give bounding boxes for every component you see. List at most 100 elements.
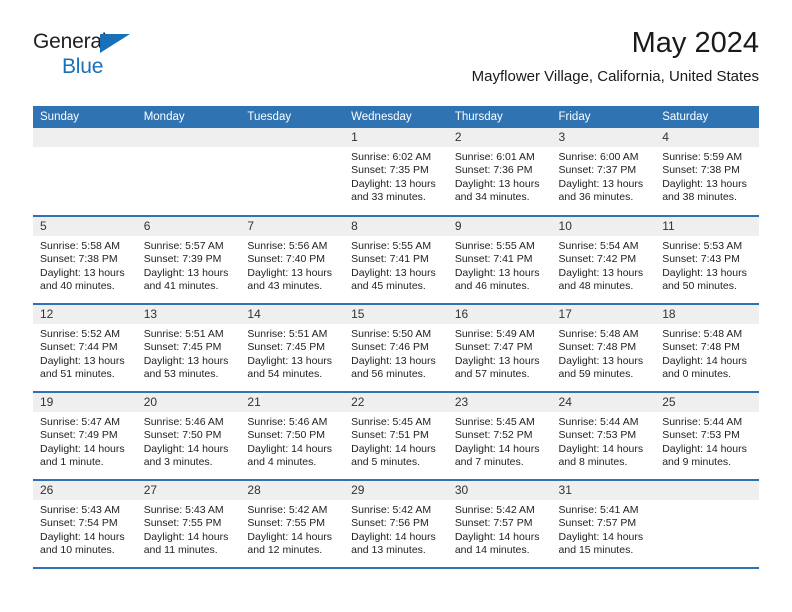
calendar-day-cell[interactable]: 7 Sunrise: 5:56 AM Sunset: 7:40 PM Daylight… [240,216,345,304]
daylight-duration-line1: Daylight: 13 hours [143,354,229,367]
calendar-day-cell[interactable]: 29 Sunrise: 5:42 AM Sunset: 7:56 PM Dayligh… [344,480,448,568]
sunrise-time: Sunrise: 5:44 AM [558,416,639,428]
sunset-time: Sunset: 7:57 PM [454,517,533,530]
calendar-day-cell[interactable]: 24 Sunrise: 5:44 AM Sunset: 7:53 PM Dayligh… [551,392,656,480]
daylight-duration-line1: Daylight: 14 hours [454,442,540,455]
daylight-duration-line2: and 51 minutes. [40,368,115,381]
calendar-day-cell[interactable]: 11 Sunrise: 5:53 AM Sunset: 7:43 PM Dayligh… [655,216,759,304]
day-details: Sunrise: 5:48 AM Sunset: 7:48 PM Daylight:… [552,324,656,382]
day-number [33,128,137,147]
weekday-header-thursday: Thursday [447,106,552,128]
calendar-day-cell[interactable]: 14 Sunrise: 5:51 AM Sunset: 7:45 PM Dayligh… [240,304,345,392]
calendar-day-cell[interactable]: 21 Sunrise: 5:46 AM Sunset: 7:50 PM Dayligh… [240,392,345,480]
day-details: Sunrise: 5:43 AM Sunset: 7:55 PM Daylight:… [137,500,241,558]
daylight-duration-line1: Daylight: 13 hours [247,266,333,279]
daylight-duration-line1: Daylight: 14 hours [662,354,747,367]
sunset-time: Sunset: 7:41 PM [351,253,429,266]
calendar-day-cell[interactable]: 5 Sunrise: 5:58 AM Sunset: 7:38 PM Daylight… [33,216,137,304]
day-number: 3 [551,128,656,147]
sunrise-time: Sunrise: 5:42 AM [247,504,328,516]
calendar-day-cell[interactable]: 15 Sunrise: 5:50 AM Sunset: 7:46 PM Dayligh… [344,304,448,392]
daylight-duration-line2: and 56 minutes. [351,368,426,381]
day-number: 22 [344,393,448,412]
weekday-header-wednesday: Wednesday [344,106,448,128]
day-details: Sunrise: 6:00 AM Sunset: 7:37 PM Daylight:… [552,147,656,205]
calendar-day-cell[interactable]: 30 Sunrise: 5:42 AM Sunset: 7:57 PM Dayligh… [447,480,552,568]
sunset-time: Sunset: 7:57 PM [558,517,637,530]
calendar-day-cell[interactable]: 9 Sunrise: 5:55 AM Sunset: 7:41 PM Daylight… [447,216,552,304]
day-number [136,128,241,147]
calendar-day-cell[interactable]: 25 Sunrise: 5:44 AM Sunset: 7:53 PM Dayligh… [655,392,759,480]
calendar-day-cell[interactable]: 31 Sunrise: 5:41 AM Sunset: 7:57 PM Dayligh… [551,480,656,568]
sunset-time: Sunset: 7:46 PM [351,341,429,354]
calendar-day-cell[interactable]: 10 Sunrise: 5:54 AM Sunset: 7:42 PM Dayligh… [551,216,656,304]
calendar-week-row: 5 Sunrise: 5:58 AM Sunset: 7:38 PM Daylight… [33,216,759,304]
day-details: Sunrise: 5:45 AM Sunset: 7:52 PM Daylight:… [448,412,552,470]
logo-text-general: General [33,31,213,55]
sunset-time: Sunset: 7:53 PM [662,429,740,442]
day-details: Sunrise: 5:47 AM Sunset: 7:49 PM Daylight:… [33,412,137,470]
sunset-time: Sunset: 7:52 PM [454,429,533,442]
calendar-week-row: 1 Sunrise: 6:02 AM Sunset: 7:35 PM Daylight… [33,128,759,216]
calendar-day-cell[interactable]: 20 Sunrise: 5:46 AM Sunset: 7:50 PM Dayligh… [136,392,241,480]
calendar-day-cell[interactable]: 17 Sunrise: 5:48 AM Sunset: 7:48 PM Dayligh… [551,304,656,392]
sunrise-time: Sunrise: 5:48 AM [558,328,639,340]
daylight-duration-line2: and 40 minutes. [40,280,115,293]
day-number: 14 [240,305,345,324]
daylight-duration-line2: and 1 minute. [40,456,104,469]
sunset-time: Sunset: 7:39 PM [143,253,222,266]
logo-triangle-icon [100,34,130,53]
daylight-duration-line2: and 13 minutes. [351,544,426,557]
daylight-duration-line1: Daylight: 13 hours [558,177,644,190]
sunrise-time: Sunrise: 5:56 AM [247,240,328,252]
sunset-time: Sunset: 7:47 PM [454,341,533,354]
calendar-day-cell[interactable]: 8 Sunrise: 5:55 AM Sunset: 7:41 PM Daylight… [344,216,448,304]
sunset-time: Sunset: 7:49 PM [40,429,118,442]
calendar-day-cell[interactable]: 16 Sunrise: 5:49 AM Sunset: 7:47 PM Dayligh… [447,304,552,392]
daylight-duration-line2: and 5 minutes. [351,456,420,469]
weekday-header-sunday: Sunday [33,106,137,128]
daylight-duration-line2: and 11 minutes. [143,544,218,557]
sunset-time: Sunset: 7:54 PM [40,517,118,530]
sunset-time: Sunset: 7:45 PM [247,341,326,354]
day-number: 23 [447,393,552,412]
sunset-time: Sunset: 7:56 PM [351,517,429,530]
calendar-day-cell[interactable]: 2 Sunrise: 6:01 AM Sunset: 7:36 PM Daylight… [447,128,552,216]
day-details: Sunrise: 5:45 AM Sunset: 7:51 PM Daylight:… [344,412,448,470]
day-number: 5 [33,217,137,236]
sunset-time: Sunset: 7:40 PM [247,253,326,266]
day-details: Sunrise: 5:42 AM Sunset: 7:56 PM Daylight:… [344,500,448,558]
calendar-day-cell[interactable]: 4 Sunrise: 5:59 AM Sunset: 7:38 PM Daylight… [655,128,759,216]
sunrise-time: Sunrise: 5:41 AM [558,504,639,516]
calendar-day-cell[interactable]: 1 Sunrise: 6:02 AM Sunset: 7:35 PM Daylight… [344,128,448,216]
day-number: 10 [551,217,656,236]
calendar-page: General Blue May 2024 Mayflower Village,… [0,0,792,612]
calendar-day-cell[interactable]: 12 Sunrise: 5:52 AM Sunset: 7:44 PM Dayligh… [33,304,137,392]
sunrise-time: Sunrise: 5:43 AM [40,504,120,516]
generalblue-logo[interactable]: General Blue [33,31,213,83]
weekday-header-monday: Monday [136,106,241,128]
sunrise-time: Sunrise: 5:45 AM [454,416,535,428]
calendar-day-cell[interactable]: 27 Sunrise: 5:43 AM Sunset: 7:55 PM Dayligh… [136,480,241,568]
daylight-duration-line1: Daylight: 14 hours [247,530,333,543]
sunrise-sunset-calendar: Sunday Monday Tuesday Wednesday Thursday… [33,106,759,569]
day-number: 25 [655,393,759,412]
daylight-duration-line2: and 38 minutes. [662,191,737,204]
daylight-duration-line1: Daylight: 13 hours [454,354,540,367]
day-details: Sunrise: 5:57 AM Sunset: 7:39 PM Daylight:… [137,236,241,294]
calendar-day-cell[interactable]: 6 Sunrise: 5:57 AM Sunset: 7:39 PM Daylight… [136,216,241,304]
daylight-duration-line2: and 54 minutes. [247,368,323,381]
calendar-day-cell[interactable]: 28 Sunrise: 5:42 AM Sunset: 7:55 PM Dayligh… [240,480,345,568]
day-number: 16 [447,305,552,324]
calendar-day-cell[interactable]: 19 Sunrise: 5:47 AM Sunset: 7:49 PM Dayligh… [33,392,137,480]
calendar-day-cell[interactable]: 22 Sunrise: 5:45 AM Sunset: 7:51 PM Dayligh… [344,392,448,480]
calendar-day-cell[interactable]: 23 Sunrise: 5:45 AM Sunset: 7:52 PM Dayligh… [447,392,552,480]
calendar-day-cell[interactable]: 26 Sunrise: 5:43 AM Sunset: 7:54 PM Dayligh… [33,480,137,568]
day-details: Sunrise: 6:02 AM Sunset: 7:35 PM Daylight:… [344,147,448,205]
calendar-day-cell[interactable]: 3 Sunrise: 6:00 AM Sunset: 7:37 PM Daylight… [551,128,656,216]
calendar-day-cell[interactable]: 13 Sunrise: 5:51 AM Sunset: 7:45 PM Dayligh… [136,304,241,392]
sunset-time: Sunset: 7:35 PM [351,164,429,177]
calendar-day-cell[interactable]: 18 Sunrise: 5:48 AM Sunset: 7:48 PM Dayligh… [655,304,759,392]
daylight-duration-line2: and 57 minutes. [454,368,530,381]
daylight-duration-line1: Daylight: 14 hours [247,442,333,455]
